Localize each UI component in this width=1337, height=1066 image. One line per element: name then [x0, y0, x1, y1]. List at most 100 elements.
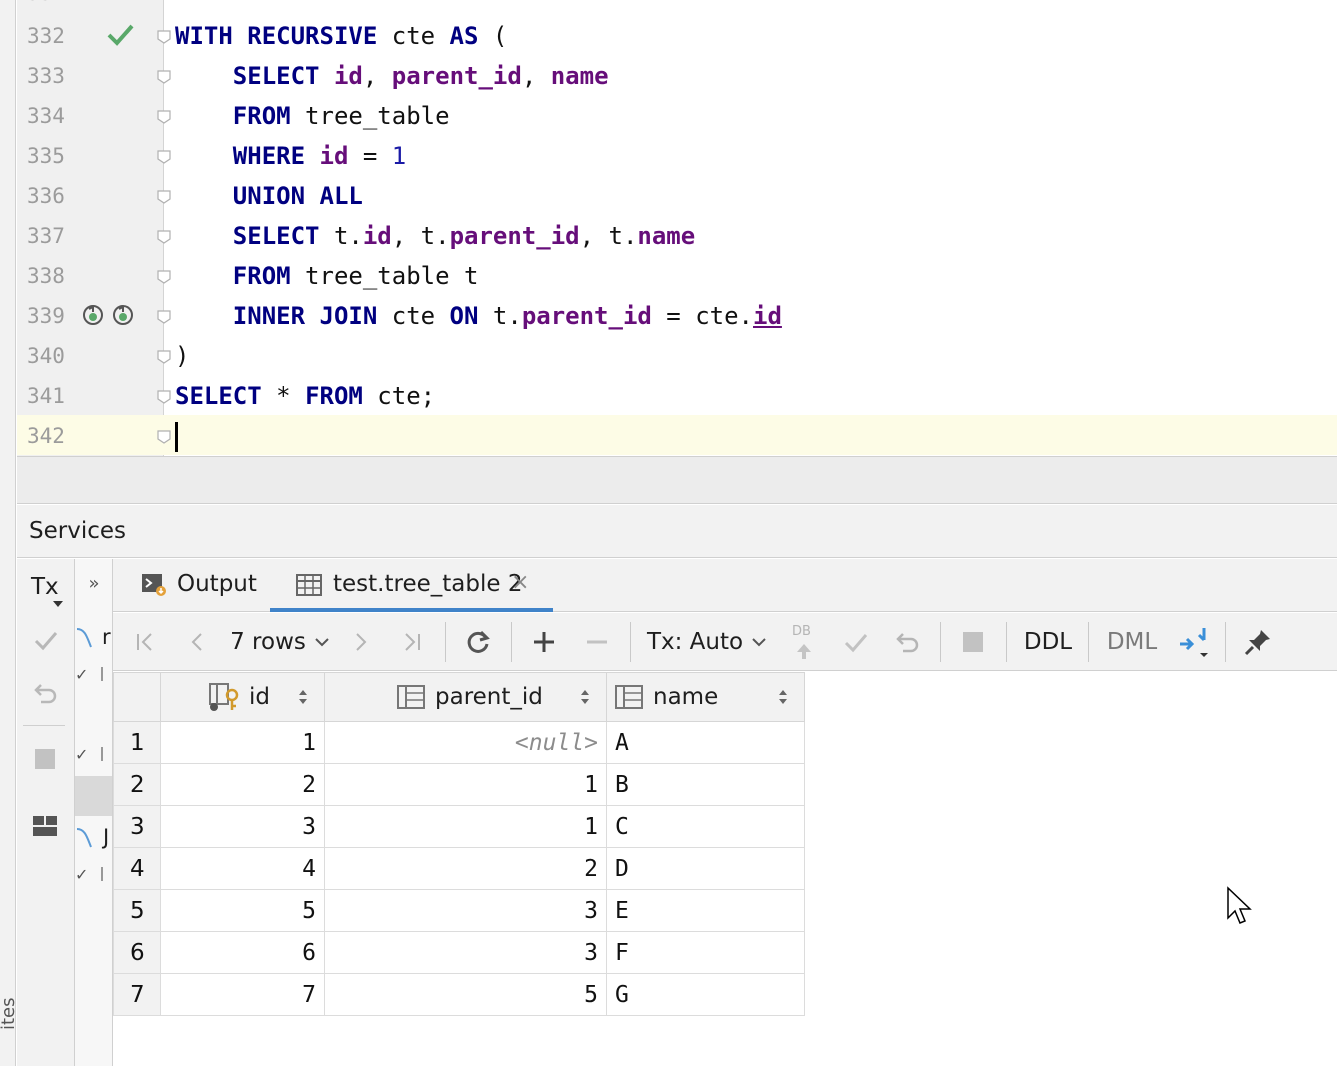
tx-mode-selector[interactable]: Tx: Auto — [645, 613, 769, 671]
remove-row-button[interactable] — [580, 613, 614, 671]
submit-db-button[interactable]: DB — [785, 613, 821, 671]
compare-button[interactable] — [1175, 613, 1215, 671]
code-text[interactable] — [175, 422, 178, 452]
cell-id[interactable]: 3 — [160, 805, 325, 848]
code-line[interactable]: 340) — [17, 335, 1337, 375]
row-number[interactable]: 7 — [113, 973, 161, 1016]
table-row[interactable]: 331C — [113, 805, 805, 848]
code-text[interactable]: SELECT id, parent_id, name — [175, 62, 609, 90]
code-text[interactable]: ) — [175, 342, 189, 370]
tree-item-text[interactable]: J — [103, 825, 109, 849]
result-grid[interactable]: id parent_id name 1 1 <null> A 2 2 1 B 3… — [113, 672, 805, 1016]
recursive-call-icon[interactable] — [111, 303, 135, 327]
pin-button[interactable] — [1241, 613, 1275, 671]
panel-splitter[interactable] — [17, 456, 1337, 504]
row-number[interactable]: 3 — [113, 805, 161, 848]
column-header-parent-id[interactable]: parent_id — [324, 672, 607, 722]
sql-editor[interactable]: 331 332WITH RECURSIVE cte AS (333 SELECT… — [17, 0, 1337, 456]
cell-name[interactable]: D — [606, 847, 805, 890]
cell-parent-id[interactable]: 2 — [324, 847, 607, 890]
cell-name[interactable]: G — [606, 973, 805, 1016]
row-number[interactable]: 6 — [113, 931, 161, 974]
stop-icon[interactable] — [35, 749, 55, 769]
code-text[interactable]: UNION ALL — [175, 182, 363, 210]
code-line[interactable]: 336 UNION ALL — [17, 175, 1337, 215]
cell-parent-id[interactable]: 5 — [324, 973, 607, 1016]
table-row[interactable]: 553E — [113, 889, 805, 932]
refresh-button[interactable] — [461, 613, 495, 671]
row-number[interactable]: 1 — [113, 721, 161, 764]
fold-marker-icon[interactable] — [156, 68, 172, 84]
row-number[interactable]: 4 — [113, 847, 161, 890]
code-text[interactable]: FROM tree_table t — [175, 262, 479, 290]
fold-marker-icon[interactable] — [156, 148, 172, 164]
cell-parent-id[interactable]: <null> — [324, 721, 607, 764]
code-line[interactable]: 338 FROM tree_table t — [17, 255, 1337, 295]
cell-id[interactable]: 1 — [160, 721, 325, 764]
commit-button[interactable] — [839, 613, 873, 671]
first-page-button[interactable] — [129, 613, 161, 671]
tree-item-text[interactable]: r — [102, 625, 111, 649]
table-row[interactable]: 221B — [113, 763, 805, 806]
next-page-button[interactable] — [345, 613, 377, 671]
layout-icon[interactable] — [32, 814, 58, 838]
cell-parent-id[interactable]: 1 — [324, 763, 607, 806]
cell-name[interactable]: A — [606, 721, 805, 764]
cell-name[interactable]: B — [606, 763, 805, 806]
column-header-name[interactable]: name — [606, 672, 805, 722]
code-text[interactable]: SELECT * FROM cte; — [175, 382, 435, 410]
cell-id[interactable]: 4 — [160, 847, 325, 890]
code-line[interactable]: 341 SELECT * FROM cte; — [17, 375, 1337, 415]
cancel-query-button[interactable] — [956, 613, 990, 671]
table-row[interactable]: 775G — [113, 973, 805, 1016]
services-tree[interactable]: r ✓ ✓ J ✓ — [75, 559, 113, 1066]
code-line[interactable]: 334 FROM tree_table — [17, 95, 1337, 135]
cell-name[interactable]: C — [606, 805, 805, 848]
code-line[interactable]: 337 SELECT t.id, t.parent_id, t.name — [17, 215, 1337, 255]
cell-parent-id[interactable]: 3 — [324, 931, 607, 974]
code-text[interactable]: FROM tree_table — [175, 102, 450, 130]
sort-icon[interactable] — [298, 687, 308, 707]
cell-id[interactable]: 7 — [160, 973, 325, 1016]
ddl-button[interactable]: DDL — [1018, 613, 1078, 671]
table-row[interactable]: 1 1 <null> A — [113, 721, 805, 764]
recursive-call-icon[interactable] — [81, 303, 105, 327]
sort-icon[interactable] — [580, 687, 590, 707]
table-row[interactable]: 442D — [113, 847, 805, 890]
row-number[interactable]: 2 — [113, 763, 161, 806]
cell-name[interactable]: F — [606, 931, 805, 974]
row-number[interactable]: 5 — [113, 889, 161, 932]
tab-output[interactable]: Output — [133, 559, 273, 612]
fold-marker-icon[interactable] — [156, 108, 172, 124]
cell-parent-id[interactable]: 3 — [324, 889, 607, 932]
cell-id[interactable]: 5 — [160, 889, 325, 932]
last-page-button[interactable] — [396, 613, 428, 671]
table-row[interactable]: 663F — [113, 931, 805, 974]
rollback-button[interactable] — [891, 613, 925, 671]
fold-marker-icon[interactable] — [156, 388, 172, 404]
cell-id[interactable]: 2 — [160, 763, 325, 806]
cell-parent-id[interactable]: 1 — [324, 805, 607, 848]
code-line[interactable]: 335 WHERE id = 1 — [17, 135, 1337, 175]
column-header-id[interactable]: id — [160, 672, 325, 722]
close-icon[interactable]: × — [511, 570, 529, 595]
fold-marker-icon[interactable] — [156, 308, 172, 324]
code-text[interactable]: INNER JOIN cte ON t.parent_id = cte.id — [175, 302, 782, 330]
code-text[interactable]: WITH RECURSIVE cte AS ( — [175, 22, 507, 50]
fold-marker-icon[interactable] — [156, 348, 172, 364]
db-connection-icon[interactable] — [75, 827, 93, 849]
sort-icon[interactable] — [778, 687, 788, 707]
expand-chevron-icon[interactable]: » — [75, 573, 113, 594]
code-line[interactable]: 333 SELECT id, parent_id, name — [17, 55, 1337, 95]
tab-tree-table[interactable]: test.tree_table 2 × — [270, 559, 553, 612]
rollback-icon[interactable] — [33, 679, 59, 705]
cell-name[interactable]: E — [606, 889, 805, 932]
commit-icon[interactable] — [33, 627, 59, 653]
fold-marker-icon[interactable] — [156, 228, 172, 244]
fold-marker-icon[interactable] — [156, 428, 172, 444]
db-connection-icon[interactable] — [75, 627, 93, 649]
code-line[interactable]: 339 INNER JOIN cte ON t.parent_id = cte.… — [17, 295, 1337, 335]
code-line[interactable]: 332 WITH RECURSIVE cte AS ( — [17, 15, 1337, 55]
tx-button[interactable]: Tx — [25, 571, 69, 607]
cell-id[interactable]: 6 — [160, 931, 325, 974]
